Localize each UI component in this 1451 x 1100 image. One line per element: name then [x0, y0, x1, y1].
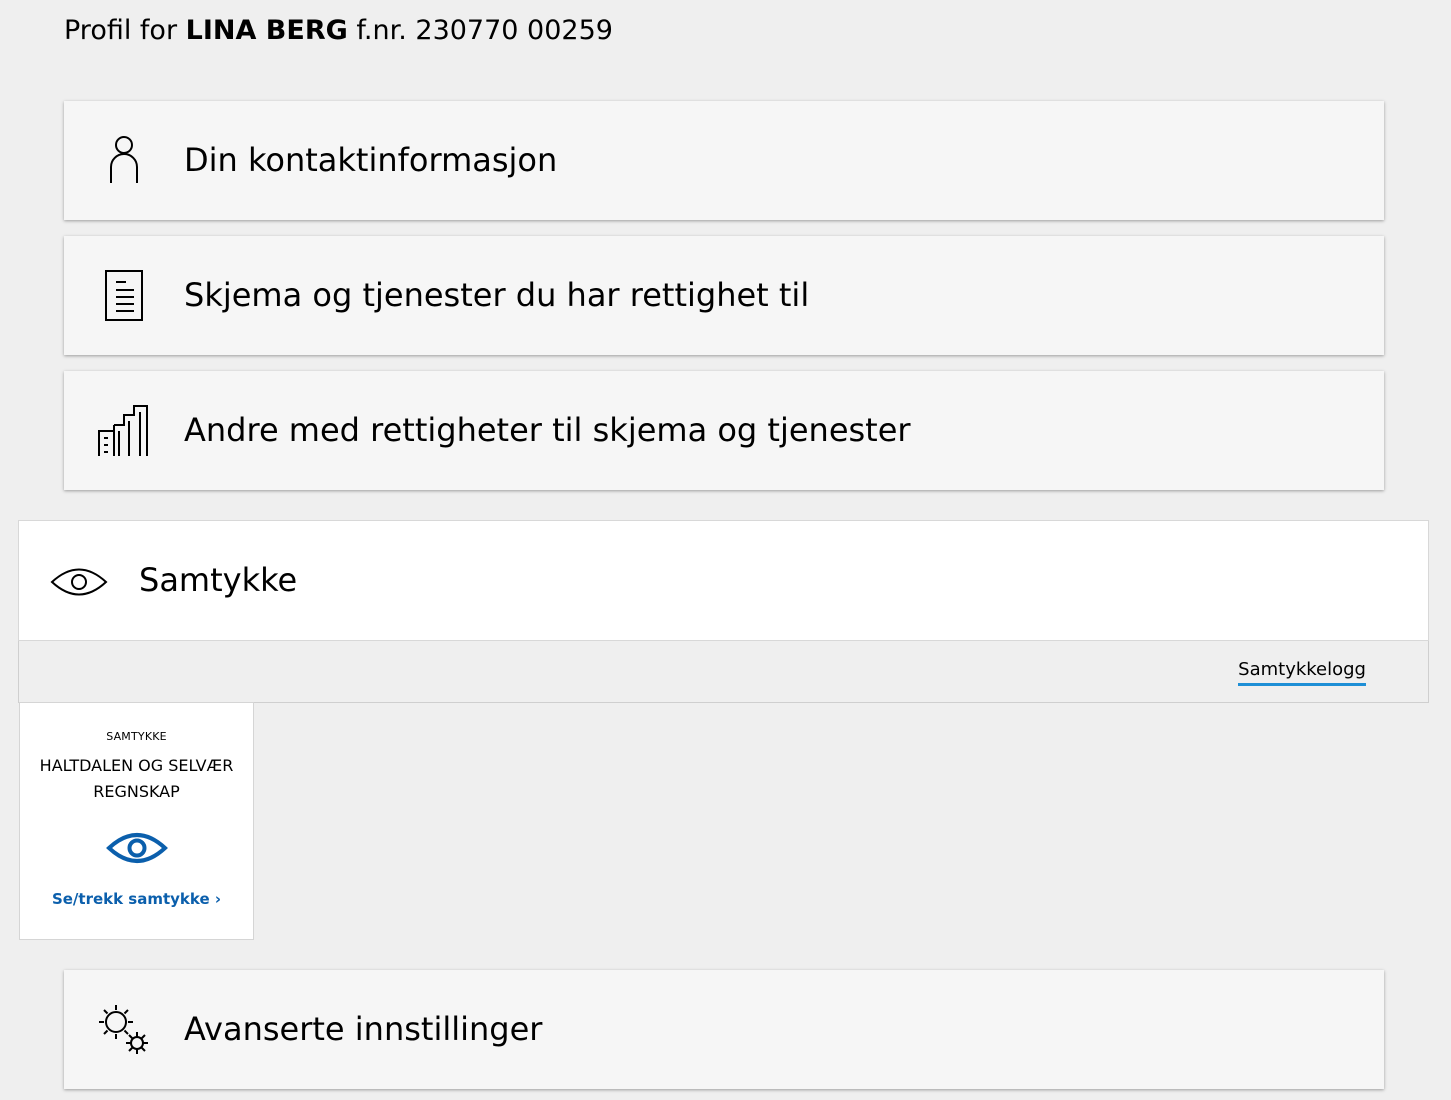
forms-services-card[interactable]: Skjema og tjenester du har rettighet til — [64, 236, 1384, 355]
forms-services-label: Skjema og tjenester du har rettighet til — [184, 276, 810, 314]
others-rights-label: Andre med rettigheter til skjema og tjen… — [184, 411, 911, 449]
others-rights-card[interactable]: Andre med rettigheter til skjema og tjen… — [64, 371, 1384, 490]
eye-icon — [50, 568, 108, 596]
consent-label: Samtykke — [139, 561, 298, 599]
advanced-settings-label: Avanserte innstillinger — [184, 1010, 543, 1048]
consent-header[interactable]: Samtykke — [18, 520, 1429, 641]
consent-tile-org-line1: HALTDALEN OG SELVÆR — [39, 756, 234, 775]
profile-heading: Profil for LINA BERG f.nr. 230770 00259 — [64, 12, 613, 50]
profile-id: f.nr. 230770 00259 — [356, 15, 613, 46]
profile-prefix: Profil for — [64, 15, 178, 46]
consent-tile-type: SAMTYKKE — [106, 730, 167, 743]
eye-icon — [106, 833, 168, 863]
view-withdraw-consent-link[interactable]: Se/trekk samtykke › — [20, 889, 253, 909]
consent-tile-organization: HALTDALEN OG SELVÆR REGNSKAP — [30, 753, 243, 805]
consent-section: Samtykke Samtykkelogg — [18, 520, 1429, 703]
consent-tile-org-line2: REGNSKAP — [93, 782, 180, 801]
consent-log-link[interactable]: Samtykkelogg — [1238, 658, 1366, 686]
consent-toolbar: Samtykkelogg — [18, 641, 1429, 703]
profile-name: LINA BERG — [185, 15, 348, 46]
contact-info-label: Din kontaktinformasjon — [184, 141, 558, 179]
gears-icon — [99, 1005, 148, 1054]
advanced-settings-card[interactable]: Avanserte innstillinger — [64, 970, 1384, 1089]
contact-info-card[interactable]: Din kontaktinformasjon — [64, 101, 1384, 220]
document-icon — [105, 270, 143, 321]
buildings-icon — [98, 405, 148, 456]
person-icon — [110, 136, 138, 183]
consent-tile[interactable]: SAMTYKKE HALTDALEN OG SELVÆR REGNSKAP Se… — [19, 702, 254, 940]
profile-page: Profil for LINA BERG f.nr. 230770 00259 … — [0, 0, 1451, 1100]
